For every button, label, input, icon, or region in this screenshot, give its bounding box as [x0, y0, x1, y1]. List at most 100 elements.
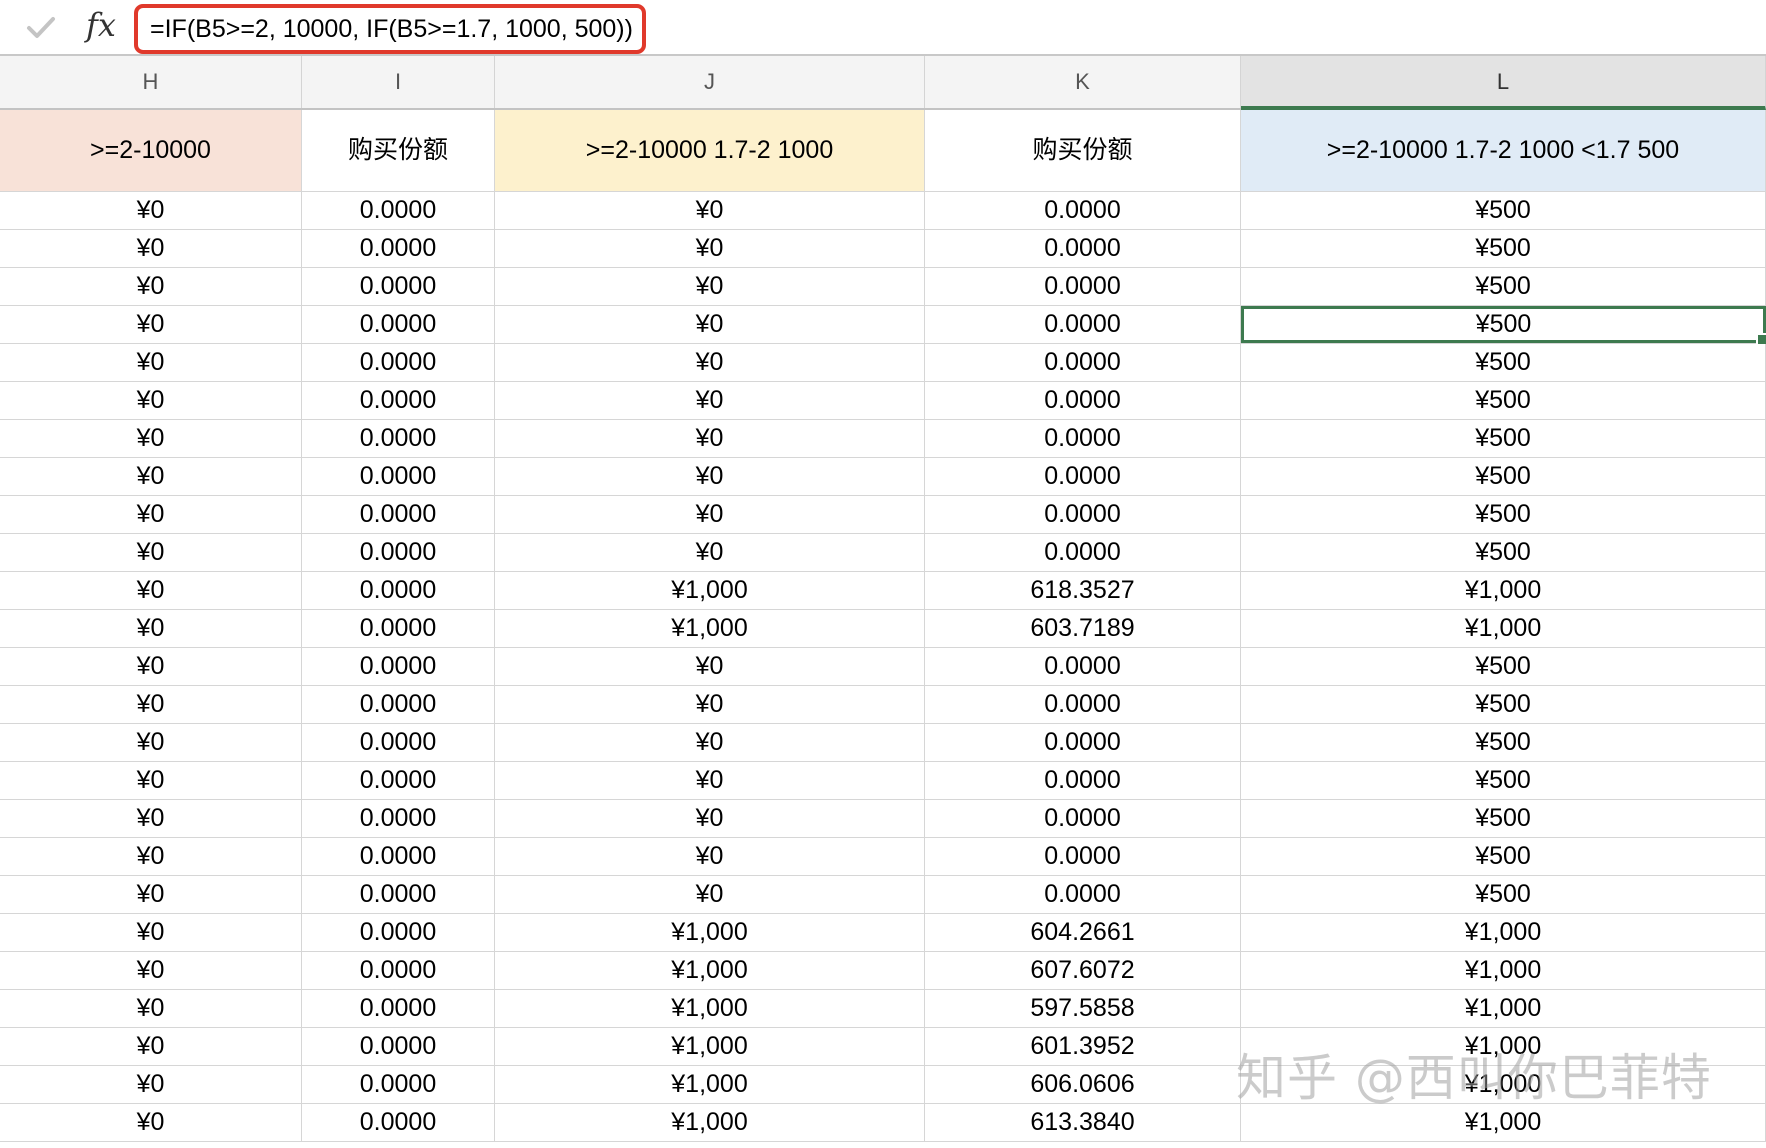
table-cell[interactable]: ¥1,000 [1241, 990, 1766, 1027]
table-cell[interactable]: 0.0000 [302, 306, 495, 343]
column-header-i[interactable]: I [302, 56, 495, 108]
header-cell-i[interactable]: 购买份额 [302, 110, 495, 191]
table-cell[interactable]: ¥500 [1241, 876, 1766, 913]
table-cell[interactable]: ¥0 [0, 420, 302, 457]
table-cell[interactable]: ¥500 [1241, 382, 1766, 419]
table-cell[interactable]: 0.0000 [302, 458, 495, 495]
table-cell[interactable]: 0.0000 [925, 420, 1241, 457]
table-cell[interactable]: ¥0 [495, 306, 925, 343]
table-cell[interactable]: 0.0000 [302, 686, 495, 723]
table-cell[interactable]: ¥0 [495, 648, 925, 685]
column-header-l[interactable]: L [1241, 56, 1766, 110]
table-cell[interactable]: 0.0000 [925, 496, 1241, 533]
table-cell[interactable]: 0.0000 [302, 1028, 495, 1065]
table-cell[interactable]: ¥1,000 [495, 1104, 925, 1141]
table-cell[interactable]: ¥0 [495, 724, 925, 761]
table-cell[interactable]: ¥500 [1241, 838, 1766, 875]
table-cell[interactable]: ¥1,000 [495, 572, 925, 609]
table-cell[interactable]: ¥0 [0, 1028, 302, 1065]
table-cell[interactable]: ¥0 [0, 990, 302, 1027]
table-cell[interactable]: 0.0000 [925, 800, 1241, 837]
table-cell[interactable]: 0.0000 [302, 496, 495, 533]
table-cell[interactable]: 613.3840 [925, 1104, 1241, 1141]
selected-cell[interactable]: ¥500 [1241, 306, 1766, 346]
table-cell[interactable]: 0.0000 [925, 306, 1241, 343]
header-cell-h[interactable]: >=2-10000 [0, 110, 302, 191]
table-cell[interactable]: ¥0 [0, 496, 302, 533]
table-cell[interactable]: 0.0000 [302, 344, 495, 381]
table-cell[interactable]: 0.0000 [925, 838, 1241, 875]
table-cell[interactable]: ¥0 [0, 192, 302, 229]
table-cell[interactable]: ¥0 [495, 496, 925, 533]
table-cell[interactable]: ¥500 [1241, 230, 1766, 267]
table-cell[interactable]: ¥500 [1241, 344, 1766, 381]
table-cell[interactable]: ¥0 [0, 686, 302, 723]
table-cell[interactable]: ¥0 [0, 1066, 302, 1103]
table-cell[interactable]: ¥1,000 [1241, 952, 1766, 989]
table-cell[interactable]: ¥0 [0, 1104, 302, 1141]
table-cell[interactable]: ¥0 [0, 838, 302, 875]
table-cell[interactable]: ¥500 [1241, 648, 1766, 685]
table-cell[interactable]: 0.0000 [302, 724, 495, 761]
table-cell[interactable]: 0.0000 [302, 534, 495, 571]
table-cell[interactable]: ¥0 [495, 192, 925, 229]
table-cell[interactable]: ¥0 [495, 458, 925, 495]
table-cell[interactable]: ¥0 [495, 838, 925, 875]
table-cell[interactable]: 0.0000 [302, 268, 495, 305]
table-cell[interactable]: 0.0000 [925, 192, 1241, 229]
table-cell[interactable]: ¥0 [495, 876, 925, 913]
column-header-h[interactable]: H [0, 56, 302, 108]
fx-icon[interactable]: fx [86, 6, 116, 44]
table-cell[interactable]: ¥0 [0, 800, 302, 837]
table-cell[interactable]: ¥0 [495, 344, 925, 381]
table-cell[interactable]: 0.0000 [302, 420, 495, 457]
table-cell[interactable]: 604.2661 [925, 914, 1241, 951]
table-cell[interactable]: ¥500 [1241, 268, 1766, 305]
table-cell[interactable]: 606.0606 [925, 1066, 1241, 1103]
table-cell[interactable]: ¥500 [1241, 192, 1766, 229]
table-cell[interactable]: 0.0000 [925, 724, 1241, 761]
table-cell[interactable]: ¥500 [1241, 762, 1766, 799]
table-cell[interactable]: ¥1,000 [1241, 572, 1766, 609]
header-cell-k[interactable]: 购买份额 [925, 110, 1241, 191]
table-cell[interactable]: ¥1,000 [495, 914, 925, 951]
table-cell[interactable]: 0.0000 [302, 952, 495, 989]
table-cell[interactable]: 618.3527 [925, 572, 1241, 609]
table-cell[interactable]: ¥0 [495, 420, 925, 457]
table-cell[interactable]: 0.0000 [302, 876, 495, 913]
table-cell[interactable]: 607.6072 [925, 952, 1241, 989]
table-cell[interactable]: 0.0000 [925, 686, 1241, 723]
table-cell[interactable]: ¥0 [495, 268, 925, 305]
table-cell[interactable]: ¥0 [0, 876, 302, 913]
table-cell[interactable]: ¥500 [1241, 686, 1766, 723]
table-cell[interactable]: ¥1,000 [495, 952, 925, 989]
table-cell[interactable]: ¥0 [0, 572, 302, 609]
table-cell[interactable]: ¥0 [495, 230, 925, 267]
table-cell[interactable]: 0.0000 [925, 876, 1241, 913]
table-cell[interactable]: 0.0000 [925, 382, 1241, 419]
table-cell[interactable]: ¥0 [0, 952, 302, 989]
table-cell[interactable]: 601.3952 [925, 1028, 1241, 1065]
column-header-j[interactable]: J [495, 56, 925, 108]
table-cell[interactable]: ¥1,000 [495, 1028, 925, 1065]
table-cell[interactable]: ¥1,000 [495, 1066, 925, 1103]
column-header-k[interactable]: K [925, 56, 1241, 108]
table-cell[interactable]: 0.0000 [302, 990, 495, 1027]
table-cell[interactable]: ¥500 [1241, 534, 1766, 571]
table-cell[interactable]: ¥0 [0, 648, 302, 685]
formula-input[interactable]: =IF(B5>=2, 10000, IF(B5>=1.7, 1000, 500)… [134, 4, 646, 54]
check-icon[interactable] [26, 14, 56, 42]
table-cell[interactable]: ¥0 [0, 344, 302, 381]
table-cell[interactable]: ¥0 [0, 610, 302, 647]
table-cell[interactable]: ¥500 [1241, 458, 1766, 495]
table-cell[interactable]: ¥0 [0, 724, 302, 761]
table-cell[interactable]: 0.0000 [302, 838, 495, 875]
table-cell[interactable]: ¥500 [1241, 496, 1766, 533]
table-cell[interactable]: 0.0000 [302, 648, 495, 685]
table-cell[interactable]: 0.0000 [302, 1104, 495, 1141]
table-cell[interactable]: ¥1,000 [495, 610, 925, 647]
table-cell[interactable]: 597.5858 [925, 990, 1241, 1027]
table-cell[interactable]: ¥0 [0, 268, 302, 305]
table-cell[interactable]: 0.0000 [925, 268, 1241, 305]
table-cell[interactable]: 0.0000 [302, 192, 495, 229]
